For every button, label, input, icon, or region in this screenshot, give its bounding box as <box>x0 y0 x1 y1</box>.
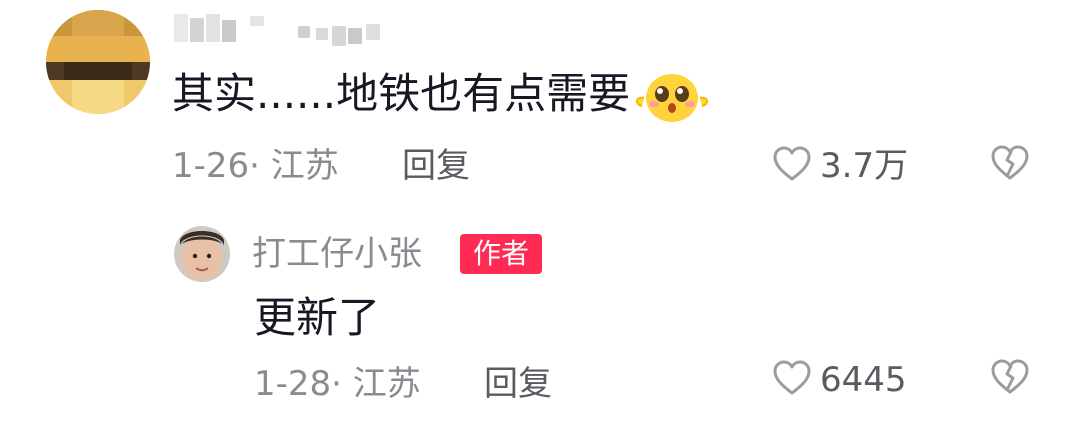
comment-thread: 其实......地铁也有点需要 1-26· 江苏 回复 3.7万 打工仔小张 作… <box>0 0 1080 426</box>
reply-like-button[interactable]: 6445 <box>772 358 907 402</box>
like-button[interactable]: 3.7万 <box>772 144 908 188</box>
reply-date-location: 1-28· 江苏 <box>254 364 421 404</box>
heart-outline-icon <box>772 145 812 187</box>
author-badge: 作者 <box>460 234 542 274</box>
reply-like-count: 6445 <box>820 360 907 400</box>
reply-dislike-button[interactable] <box>990 358 1034 402</box>
broken-heart-icon <box>990 359 1030 400</box>
heart-outline-icon <box>772 359 812 401</box>
comment-date-location: 1-26· 江苏 <box>172 146 339 186</box>
like-count: 3.7万 <box>820 146 909 186</box>
reply-button[interactable]: 回复 <box>402 144 470 188</box>
broken-heart-icon <box>990 145 1030 186</box>
author-username[interactable]: 打工仔小张 <box>252 232 422 276</box>
pleading-face-emoji-icon <box>632 68 712 124</box>
commenter-username-blurred[interactable] <box>172 10 392 46</box>
commenter-avatar[interactable] <box>46 10 150 114</box>
reply-text: 更新了 <box>254 293 381 342</box>
comment-text: 其实......地铁也有点需要 <box>172 69 631 118</box>
dislike-button[interactable] <box>990 144 1034 188</box>
reply-reply-button[interactable]: 回复 <box>484 362 552 406</box>
author-avatar[interactable] <box>174 226 230 282</box>
